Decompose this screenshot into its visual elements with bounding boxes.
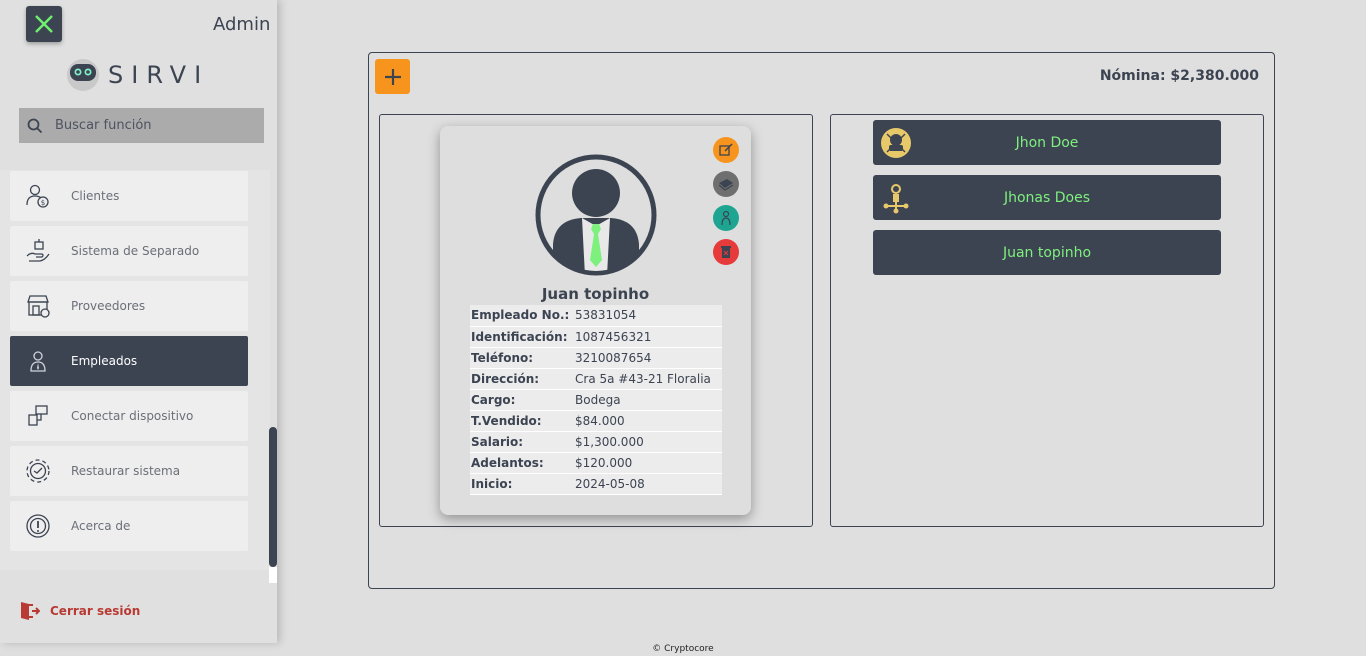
logout-door-icon <box>21 602 40 620</box>
table-row: Empleado No.: 53831054 <box>470 305 722 327</box>
employee-network-icon <box>883 184 909 214</box>
add-employee-button[interactable] <box>375 59 410 94</box>
employee-list-item[interactable]: Jhonas Does <box>873 175 1221 220</box>
payment-button[interactable] <box>713 171 739 197</box>
sidebar: Admin SIRVI $ Clientes Si <box>0 0 277 643</box>
close-menu-button[interactable] <box>26 6 62 42</box>
sidebar-item-restaurar[interactable]: Restaurar sistema <box>10 446 248 496</box>
employee-name: Juan topinho <box>541 285 650 303</box>
employee-details-table: Empleado No.: 53831054 Identificación: 108… <box>470 305 722 495</box>
field-label: Teléfono: <box>470 347 573 369</box>
table-row: Identificación: 1087456321 <box>470 326 722 348</box>
sidebar-menu: $ Clientes Sistema de Separado Proveedor… <box>0 170 270 570</box>
field-label: T.Vendido: <box>470 410 573 432</box>
money-icon <box>718 179 734 191</box>
sidebar-item-clientes[interactable]: $ Clientes <box>10 171 248 221</box>
table-row: Dirección: Cra 5a #43-21 Floralia <box>470 368 722 390</box>
info-icon <box>24 512 52 540</box>
field-value: 53831054 <box>573 305 722 327</box>
search-input[interactable] <box>55 118 245 133</box>
field-value: 1087456321 <box>573 326 722 348</box>
trash-icon <box>721 246 731 258</box>
employee-avatar-icon <box>535 154 657 276</box>
employee-badge-icon <box>881 128 911 158</box>
delete-button[interactable] <box>713 239 739 265</box>
field-label: Cargo: <box>470 389 573 411</box>
logout-label: Cerrar sesión <box>50 604 141 618</box>
employee-detail-panel: Juan topinho Empleado No.: 53831054 Ident… <box>379 114 813 527</box>
sidebar-item-label: Proveedores <box>71 299 146 313</box>
devices-icon <box>24 402 52 430</box>
search-bar <box>19 108 264 143</box>
sidebar-item-label: Acerca de <box>71 519 131 533</box>
field-value: $84.000 <box>573 410 722 432</box>
store-icon <box>24 292 52 320</box>
field-value: 2024-05-08 <box>573 473 722 495</box>
brand-name: SIRVI <box>108 61 210 89</box>
sidebar-scrollbar[interactable] <box>269 427 277 567</box>
table-row: Salario: $1,300.000 <box>470 431 722 453</box>
employee-list-name: Jhonas Does <box>1003 189 1091 206</box>
sidebar-item-label: Restaurar sistema <box>71 464 181 478</box>
sidebar-item-empleados[interactable]: Empleados <box>10 336 248 386</box>
payroll-total: Nómina: $2,380.000 <box>1099 68 1259 84</box>
edit-icon <box>719 143 733 156</box>
hand-box-icon <box>24 237 52 265</box>
employee-card: Juan topinho Empleado No.: 53831054 Ident… <box>440 126 751 515</box>
sidebar-item-proveedores[interactable]: Proveedores <box>10 281 248 331</box>
field-label: Adelantos: <box>470 452 573 474</box>
gear-icon <box>24 457 52 485</box>
field-label: Empleado No.: <box>470 305 573 327</box>
user-role-label: Admin <box>213 14 271 35</box>
employee-list-name: Juan topinho <box>1002 244 1092 261</box>
person-icon <box>721 210 731 226</box>
sidebar-item-conectar[interactable]: Conectar dispositivo <box>10 391 248 441</box>
clients-icon: $ <box>24 182 52 210</box>
field-label: Salario: <box>470 431 573 453</box>
search-icon <box>27 118 43 133</box>
edit-button[interactable] <box>713 137 739 163</box>
field-value: $120.000 <box>573 452 722 474</box>
plus-icon <box>384 68 401 85</box>
sidebar-item-label: Clientes <box>71 189 120 203</box>
employee-list-panel: Jhon Doe Jhonas Does Juan topinho <box>830 114 1264 527</box>
employee-list-item[interactable]: Jhon Doe <box>873 120 1221 165</box>
field-label: Identificación: <box>470 326 573 348</box>
sidebar-item-acerca[interactable]: Acerca de <box>10 501 248 551</box>
table-row: Adelantos: $120.000 <box>470 452 722 474</box>
table-row: T.Vendido: $84.000 <box>470 410 722 432</box>
employee-list-item[interactable]: Juan topinho <box>873 230 1221 275</box>
employee-list-name: Jhon Doe <box>1015 134 1079 151</box>
field-label: Inicio: <box>470 473 573 495</box>
svg-text:$: $ <box>41 199 45 207</box>
table-row: Inicio: 2024-05-08 <box>470 473 722 495</box>
sidebar-item-label: Empleados <box>71 354 138 368</box>
employee-icon <box>24 347 52 375</box>
field-value: 3210087654 <box>573 347 722 369</box>
footer-copyright: © Cryptocore <box>652 644 714 654</box>
field-value: Bodega <box>573 389 722 411</box>
robot-logo-icon <box>67 59 99 91</box>
sidebar-item-label: Conectar dispositivo <box>71 409 194 423</box>
field-label: Dirección: <box>470 368 573 390</box>
logout-button[interactable]: Cerrar sesión <box>20 601 140 621</box>
main-panel: Nómina: $2,380.000 Juan topinho Empleado… <box>368 52 1275 589</box>
employee-info-button[interactable] <box>713 205 739 231</box>
sidebar-item-separado[interactable]: Sistema de Separado <box>10 226 248 276</box>
table-row: Teléfono: 3210087654 <box>470 347 722 369</box>
brand-logo: SIRVI <box>66 58 209 92</box>
close-icon <box>35 15 53 33</box>
field-value: Cra 5a #43-21 Floralia <box>573 368 722 390</box>
field-value: $1,300.000 <box>573 431 722 453</box>
table-row: Cargo: Bodega <box>470 389 722 411</box>
sidebar-item-label: Sistema de Separado <box>71 244 200 258</box>
scrollbar-track-end <box>269 567 277 583</box>
